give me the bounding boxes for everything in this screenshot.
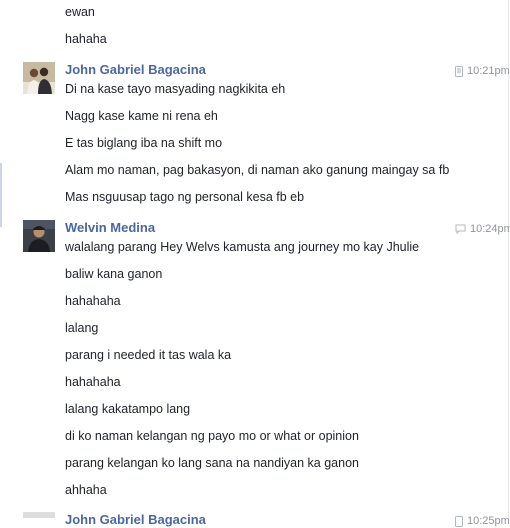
message-text: ahhaha	[65, 483, 107, 497]
message-text: parang kelangan ko lang sana na nandiyan…	[65, 456, 359, 470]
message-timestamp: 10:24pm	[455, 222, 510, 236]
message-text: di ko naman kelangan ng payo mo or what …	[65, 429, 359, 443]
left-edge	[0, 0, 2, 518]
message-text: parang i needed it tas wala ka	[65, 348, 232, 362]
message-text: hahaha	[65, 32, 107, 46]
avatar[interactable]	[23, 62, 55, 94]
message-text: hahahaha	[65, 294, 121, 308]
timestamp-text: 10:25pm	[467, 515, 510, 527]
message-timestamp: 10:21pm	[455, 64, 510, 78]
message-text: lalang	[65, 321, 99, 335]
message-text: ewan	[65, 5, 95, 19]
scroll-marker	[0, 163, 2, 227]
timestamp-text: 10:24pm	[470, 223, 510, 235]
avatar-photo-icon	[23, 62, 55, 94]
message-text: baliw kana ganon	[65, 267, 163, 281]
mobile-icon	[455, 65, 463, 77]
message-text: Di na kase tayo masyading nagkikita eh	[65, 82, 286, 96]
message-text: lalang kakatampo lang	[65, 402, 191, 416]
sender-name[interactable]: John Gabriel Bagacina	[65, 512, 206, 528]
message-text: Nagg kase kame ni rena eh	[65, 109, 218, 123]
mobile-icon	[455, 515, 463, 527]
chat-bubble-icon	[455, 224, 466, 234]
timestamp-text: 10:21pm	[467, 65, 510, 77]
message-timestamp: 10:25pm	[455, 514, 510, 528]
message-text: Mas nsguusap tago ng personal kesa fb eb	[65, 190, 305, 204]
message-text: walalang parang Hey Welvs kamusta ang jo…	[65, 240, 420, 254]
message-text: hahahaha	[65, 375, 121, 389]
message-text: E tas biglang iba na shift mo	[65, 136, 223, 150]
sender-name[interactable]: Welvin Medina	[65, 220, 155, 236]
sender-name[interactable]: John Gabriel Bagacina	[65, 62, 206, 78]
avatar[interactable]	[23, 220, 55, 252]
message-text: Alam mo naman, pag bakasyon, di naman ak…	[65, 163, 450, 177]
avatar[interactable]	[23, 512, 55, 518]
avatar-photo-icon	[23, 220, 55, 252]
